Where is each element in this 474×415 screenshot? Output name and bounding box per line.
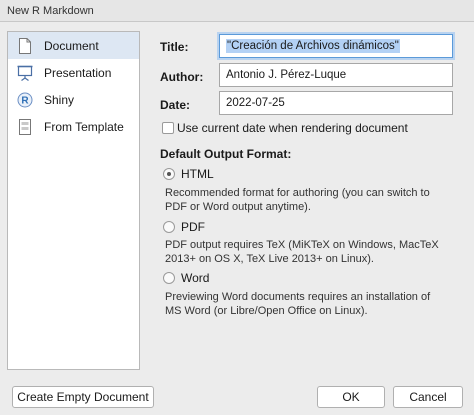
presentation-icon <box>16 64 34 82</box>
sidebar-item-label: Presentation <box>44 65 112 80</box>
window-title: New R Markdown <box>0 0 474 22</box>
title-field[interactable]: "Creación de Archivos dinámicos" <box>219 34 453 58</box>
author-field-value: Antonio J. Pérez-Luque <box>226 69 347 81</box>
document-icon <box>16 37 34 55</box>
date-label: Date: <box>160 98 191 112</box>
word-option-label: Word <box>181 271 210 285</box>
create-empty-document-button[interactable]: Create Empty Document <box>12 386 154 408</box>
pdf-description: PDF output requires TeX (MiKTeX on Windo… <box>165 238 455 266</box>
template-icon <box>16 118 34 136</box>
pdf-radio[interactable] <box>163 221 175 233</box>
shiny-r-icon: R <box>16 91 34 109</box>
html-radio[interactable] <box>163 168 175 180</box>
date-field[interactable]: 2022-07-25 <box>219 91 453 115</box>
sidebar-item-label: Shiny <box>44 92 75 107</box>
use-current-date-checkbox[interactable] <box>162 122 174 134</box>
title-label: Title: <box>160 40 189 54</box>
sidebar-item-label: From Template <box>44 119 124 134</box>
cancel-button[interactable]: Cancel <box>393 386 463 408</box>
author-label: Author: <box>160 70 204 84</box>
html-description-line: Recommended format for authoring (you ca… <box>165 187 430 199</box>
pdf-description-line: 2013+ on OS X, TeX Live 2013+ on Linux). <box>165 253 374 265</box>
sidebar-item-from-template[interactable]: From Template <box>8 113 139 140</box>
author-field[interactable]: Antonio J. Pérez-Luque <box>219 63 453 87</box>
pdf-description-line: PDF output requires TeX (MiKTeX on Windo… <box>165 239 439 251</box>
sidebar-item-shiny[interactable]: R Shiny <box>8 86 139 113</box>
html-option-label: HTML <box>181 167 214 181</box>
word-description: Previewing Word documents requires an in… <box>165 290 455 318</box>
sidebar-item-label: Document <box>44 38 99 53</box>
word-description-line: Previewing Word documents requires an in… <box>165 291 431 303</box>
new-r-markdown-dialog: New R Markdown Document Presentation R S… <box>0 0 474 415</box>
html-description-line: PDF or Word output anytime). <box>165 201 311 213</box>
sidebar-item-presentation[interactable]: Presentation <box>8 59 139 86</box>
date-field-value: 2022-07-25 <box>226 97 285 109</box>
title-field-value: "Creación de Archivos dinámicos" <box>226 39 400 53</box>
template-type-list: Document Presentation R Shiny From Templ… <box>7 31 140 370</box>
default-output-format-label: Default Output Format: <box>160 147 292 161</box>
word-radio[interactable] <box>163 272 175 284</box>
ok-button[interactable]: OK <box>317 386 385 408</box>
use-current-date-label: Use current date when rendering document <box>177 121 408 135</box>
pdf-option-label: PDF <box>181 220 205 234</box>
svg-text:R: R <box>21 95 29 106</box>
word-description-line: MS Word (or Libre/Open Office on Linux). <box>165 305 368 317</box>
html-description: Recommended format for authoring (you ca… <box>165 186 455 214</box>
sidebar-item-document[interactable]: Document <box>8 32 139 59</box>
